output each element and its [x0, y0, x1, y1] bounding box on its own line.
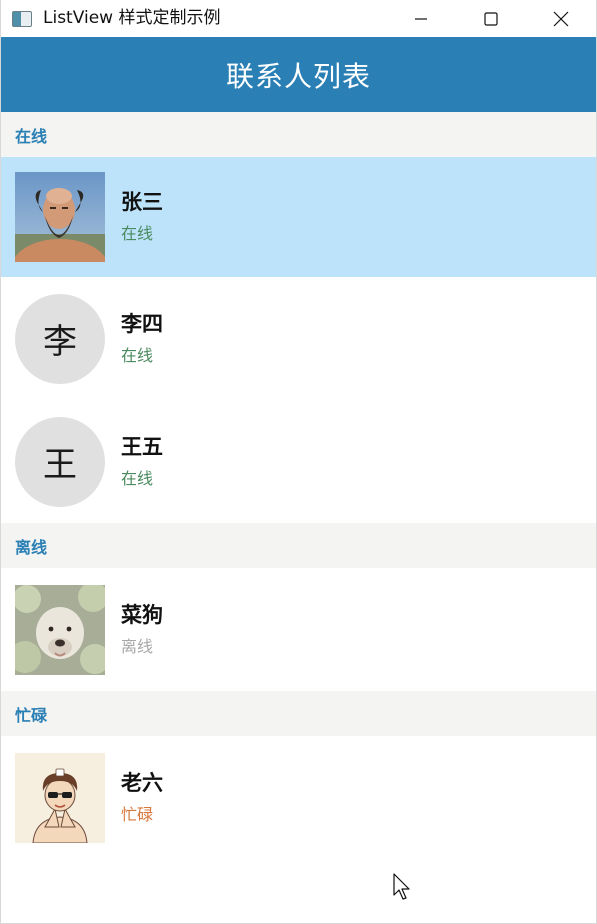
group-header-online: 在线	[1, 112, 596, 157]
contact-name: 王五	[121, 434, 163, 459]
minimize-icon	[415, 17, 427, 20]
photo-dog-with-cabbage-icon	[15, 584, 105, 675]
contact-status: 在线	[121, 224, 154, 243]
app-window-icon	[12, 10, 32, 27]
maximize-icon	[484, 11, 498, 26]
contact-status: 在线	[121, 468, 154, 488]
avatar	[15, 752, 105, 843]
close-button[interactable]	[526, 0, 596, 37]
contact-info: 李四 在线	[121, 310, 163, 368]
contact-name: 老六	[121, 770, 163, 795]
group-label: 离线	[15, 537, 48, 557]
contact-info: 张三 在线	[121, 188, 163, 246]
photo-bald-bearded-man-icon	[15, 172, 105, 262]
contact-item-lisi[interactable]: 李 李四 在线	[1, 277, 596, 400]
avatar: 李	[15, 293, 105, 384]
minimize-button[interactable]	[386, 0, 456, 37]
contact-status: 忙碌	[121, 804, 154, 824]
contact-list[interactable]: 在线 张三 在线 李 李四 在线 王 王五 在线 离线 菜狗 离线 忙碌 老六 …	[1, 112, 596, 859]
group-label: 在线	[15, 126, 48, 146]
mouse-cursor-icon	[393, 873, 410, 900]
contact-item-caigou[interactable]: 菜狗 离线	[1, 568, 596, 691]
contact-item-zhangsan[interactable]: 张三 在线	[1, 157, 596, 277]
contact-item-wangwu[interactable]: 王 王五 在线	[1, 400, 596, 523]
avatar	[15, 584, 105, 675]
contact-name: 李四	[121, 311, 163, 336]
avatar-initial: 王	[43, 445, 77, 485]
group-label: 忙碌	[15, 705, 48, 725]
contact-status: 离线	[121, 636, 154, 656]
group-header-busy: 忙碌	[1, 691, 596, 736]
contact-info: 王五 在线	[121, 433, 163, 491]
group-header-offline: 离线	[1, 523, 596, 568]
app-window: ListView 样式定制示例 联系人列表 在线 张三 在线 李 李四 在线 王…	[0, 0, 597, 924]
avatar-initial: 李	[43, 322, 77, 362]
contact-item-laoliu[interactable]: 老六 忙碌	[1, 736, 596, 859]
list-header: 联系人列表	[1, 37, 596, 112]
contact-status: 在线	[121, 345, 154, 365]
contact-info: 老六 忙碌	[121, 769, 163, 827]
avatar	[15, 172, 105, 262]
window-title: ListView 样式定制示例	[43, 8, 221, 28]
window-controls	[386, 0, 596, 37]
cartoon-man-sunglasses-icon	[15, 752, 105, 843]
contact-info: 菜狗 离线	[121, 601, 163, 659]
contact-name: 张三	[121, 190, 163, 214]
contact-name: 菜狗	[121, 602, 163, 627]
close-icon	[553, 11, 569, 26]
avatar: 王	[15, 416, 105, 507]
maximize-button[interactable]	[456, 0, 526, 37]
title-bar: ListView 样式定制示例	[1, 0, 596, 37]
page-title: 联系人列表	[225, 59, 371, 93]
